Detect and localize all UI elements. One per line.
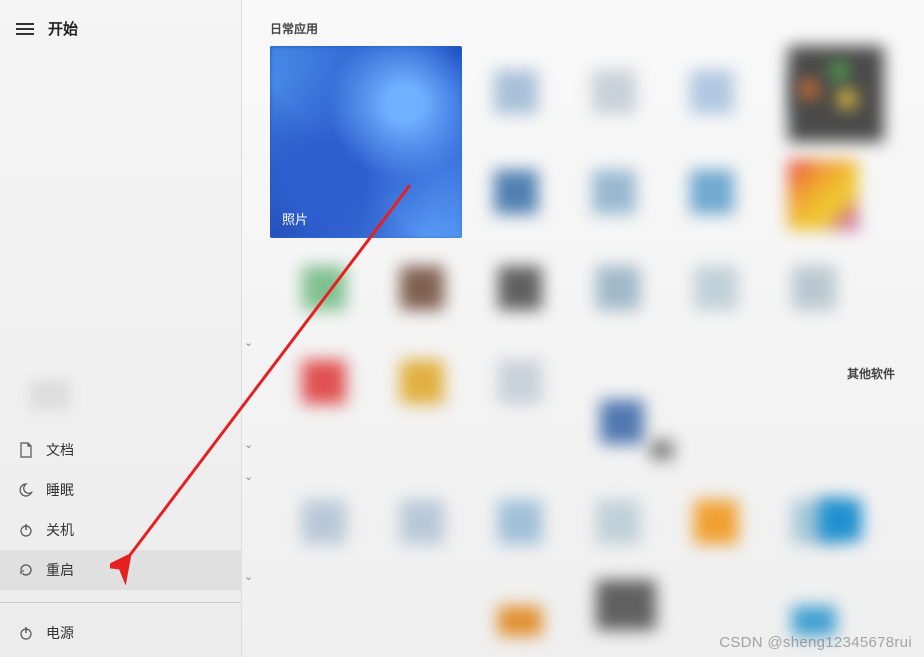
app-tile-blurred[interactable] [494, 70, 538, 114]
app-tile-blurred[interactable] [596, 580, 656, 630]
app-tile-blurred[interactable] [690, 170, 734, 214]
power-label: 电源 [46, 623, 74, 643]
section-daily-title: 日常应用 [270, 20, 896, 37]
app-tile-blurred[interactable] [498, 266, 542, 310]
sidebar-header: 开始 [0, 0, 241, 57]
chevron-down-icon[interactable]: ⌄ [244, 336, 253, 349]
menu-label: 睡眠 [46, 480, 74, 500]
photos-tile-label: 照片 [282, 209, 308, 228]
watermark: CSDN @sheng12345678rui [719, 634, 912, 651]
app-tile-blurred[interactable] [694, 266, 738, 310]
app-tile-blurred[interactable] [690, 70, 734, 114]
app-tile-blurred[interactable] [400, 500, 444, 544]
menu-label: 重启 [46, 560, 74, 580]
app-tile-blurred[interactable] [302, 500, 346, 544]
document-icon [18, 442, 34, 458]
start-title: 开始 [48, 18, 78, 39]
section-other-title: 其他软件 [847, 365, 895, 382]
app-tile-blurred [838, 90, 856, 108]
power-icon [18, 625, 34, 641]
main-panel: 日常应用 其他软件 照片 照片 [242, 0, 924, 657]
power-menu: 文档 睡眠 关机 重启 [0, 430, 241, 596]
app-tile-blurred[interactable] [596, 266, 640, 310]
app-tile-blurred[interactable] [592, 170, 636, 214]
app-tile-blurred[interactable] [494, 170, 538, 214]
menu-label: 文档 [46, 440, 74, 460]
app-tile-blurred[interactable] [302, 360, 346, 404]
hamburger-icon[interactable] [16, 20, 34, 38]
chevron-down-icon[interactable]: ⌄ [244, 438, 253, 451]
app-tile-blurred[interactable] [302, 266, 346, 310]
app-tile-blurred [830, 62, 848, 80]
power-button[interactable]: 电源 [0, 609, 241, 657]
app-tile-blurred[interactable] [400, 266, 444, 310]
menu-sleep[interactable]: 睡眠 [0, 470, 241, 510]
app-tile-blurred[interactable] [400, 360, 444, 404]
app-tile-blurred[interactable] [498, 606, 542, 636]
app-tile-blurred[interactable] [498, 500, 542, 544]
chevron-down-icon[interactable]: ⌄ [244, 570, 253, 583]
app-tile-blurred [800, 80, 818, 98]
app-tile-blurred[interactable] [650, 440, 674, 460]
divider [0, 602, 241, 603]
restart-icon [18, 562, 34, 578]
app-tile-blurred[interactable] [600, 400, 644, 444]
photos-tile[interactable]: 照片 [270, 46, 462, 238]
app-tile-blurred[interactable] [498, 360, 542, 404]
menu-label: 关机 [46, 520, 74, 540]
moon-icon [18, 482, 34, 498]
app-tile-blurred[interactable] [592, 70, 636, 114]
chevron-down-icon[interactable]: ⌄ [244, 470, 253, 483]
menu-shutdown[interactable]: 关机 [0, 510, 241, 550]
app-tile-blurred[interactable] [792, 266, 836, 310]
menu-restart[interactable]: 重启 [0, 550, 241, 590]
app-tile-blurred[interactable] [818, 498, 862, 542]
user-avatar-blurred [30, 380, 70, 410]
app-tile-blurred[interactable] [694, 500, 738, 544]
sidebar: 开始 文档 睡眠 关机 重启 电源 [0, 0, 242, 657]
power-icon [18, 522, 34, 538]
app-tile-blurred[interactable] [788, 160, 858, 230]
menu-documents[interactable]: 文档 [0, 430, 241, 470]
app-tile-blurred[interactable] [596, 500, 640, 544]
app-tile-blurred[interactable] [792, 606, 836, 636]
